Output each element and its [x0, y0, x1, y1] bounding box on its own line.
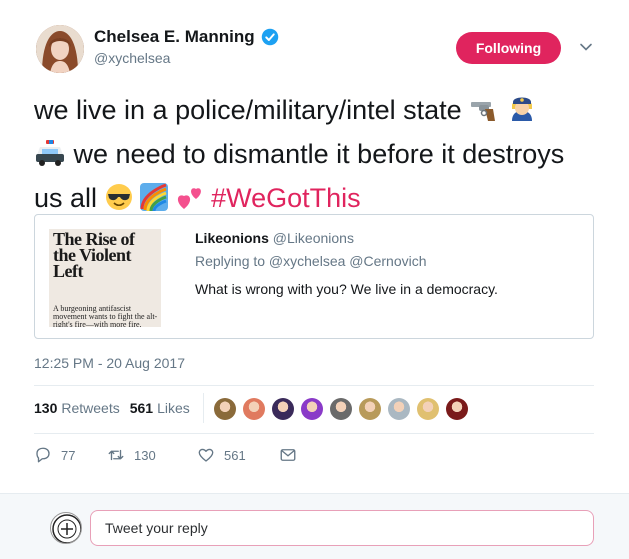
- reply-bar: [0, 493, 629, 559]
- tweet-stats: 130 Retweets 561 Likes: [34, 400, 200, 416]
- rainbow-icon: [140, 183, 169, 212]
- tweet-actions: 77 130 561: [34, 446, 306, 464]
- author-name-row: Chelsea E. Manning: [94, 27, 279, 47]
- likes-label: Likes: [157, 400, 190, 416]
- retweet-count: 130: [134, 447, 156, 463]
- liker-avatar[interactable]: [446, 398, 468, 420]
- author-handle[interactable]: @xychelsea: [94, 50, 170, 66]
- retweet-icon: [108, 449, 124, 461]
- tweet-card: Chelsea E. Manning @xychelsea Following …: [0, 0, 629, 493]
- author-avatar[interactable]: [36, 25, 84, 73]
- like-action[interactable]: 561: [197, 446, 279, 464]
- liker-avatar[interactable]: [417, 398, 439, 420]
- police-officer-emoji: [507, 93, 537, 134]
- reply-input[interactable]: [90, 510, 594, 546]
- quoted-author-row: Likeonions @Likeonions: [195, 230, 354, 246]
- divider: [34, 433, 594, 434]
- heart-icon: [198, 448, 214, 462]
- following-button[interactable]: Following: [456, 32, 561, 64]
- tweet-line-1: we live in a police/military/intel state: [34, 95, 462, 125]
- tweet-text: we live in a police/military/intel state: [34, 90, 594, 222]
- likes-stat[interactable]: 561 Likes: [130, 400, 190, 416]
- author-name[interactable]: Chelsea E. Manning: [94, 27, 255, 47]
- retweets-label: Retweets: [61, 400, 120, 416]
- reply-icon: [36, 447, 50, 463]
- divider: [34, 385, 594, 386]
- liker-avatar[interactable]: [272, 398, 294, 420]
- verified-badge-icon: [261, 28, 278, 46]
- tweet-timestamp[interactable]: 12:25 PM - 20 Aug 2017: [34, 355, 185, 371]
- hashtag-link[interactable]: #WeGotThis: [211, 183, 361, 213]
- police-car-emoji: [34, 138, 66, 178]
- stamp-logo-icon: [52, 514, 81, 543]
- reply-count: 77: [61, 447, 76, 463]
- current-user-avatar[interactable]: [50, 512, 82, 544]
- quoted-tweet[interactable]: The Rise of the Violent Left A burgeonin…: [34, 214, 594, 339]
- liker-avatar[interactable]: [214, 398, 236, 420]
- retweets-count: 130: [34, 400, 58, 416]
- quoted-tweet-text: What is wrong with you? We live in a dem…: [195, 281, 498, 297]
- tweet-line-3: us all: [34, 183, 98, 213]
- avatar-image: [36, 25, 84, 73]
- liker-avatar[interactable]: [301, 398, 323, 420]
- direct-message-action[interactable]: [279, 446, 306, 464]
- liker-avatar[interactable]: [359, 398, 381, 420]
- police-officer-icon: [511, 97, 532, 121]
- liker-avatar[interactable]: [243, 398, 265, 420]
- quoted-image-subtitle: A burgeoning antifascist movement wants …: [53, 304, 158, 328]
- liker-avatars: [214, 398, 475, 420]
- liker-avatar[interactable]: [388, 398, 410, 420]
- tweet-line-2: we need to dismantle it before it destro…: [73, 139, 565, 169]
- like-count: 561: [224, 447, 246, 463]
- pistol-emoji: [469, 94, 499, 134]
- quoted-image-title: The Rise of the Violent Left: [53, 229, 135, 281]
- likes-count: 561: [129, 400, 154, 416]
- retweets-stat[interactable]: 130 Retweets: [34, 400, 120, 416]
- quoted-author-name[interactable]: Likeonions: [195, 230, 269, 246]
- reply-action[interactable]: 77: [34, 446, 107, 464]
- quoted-tweet-image[interactable]: The Rise of the Violent Left A burgeonin…: [49, 229, 161, 327]
- sunglasses-face-icon: [105, 184, 132, 210]
- retweet-action[interactable]: 130: [107, 446, 197, 464]
- chevron-down-icon[interactable]: [579, 40, 593, 54]
- envelope-icon: [280, 449, 296, 461]
- two-hearts-icon: [177, 188, 201, 209]
- quoted-author-handle[interactable]: @Likeonions: [273, 230, 354, 246]
- stats-separator: [203, 393, 204, 423]
- liker-avatar[interactable]: [330, 398, 352, 420]
- pistol-icon: [471, 102, 496, 121]
- police-car-icon: [36, 140, 64, 166]
- quoted-replying-to: Replying to @xychelsea @Cernovich: [195, 253, 427, 269]
